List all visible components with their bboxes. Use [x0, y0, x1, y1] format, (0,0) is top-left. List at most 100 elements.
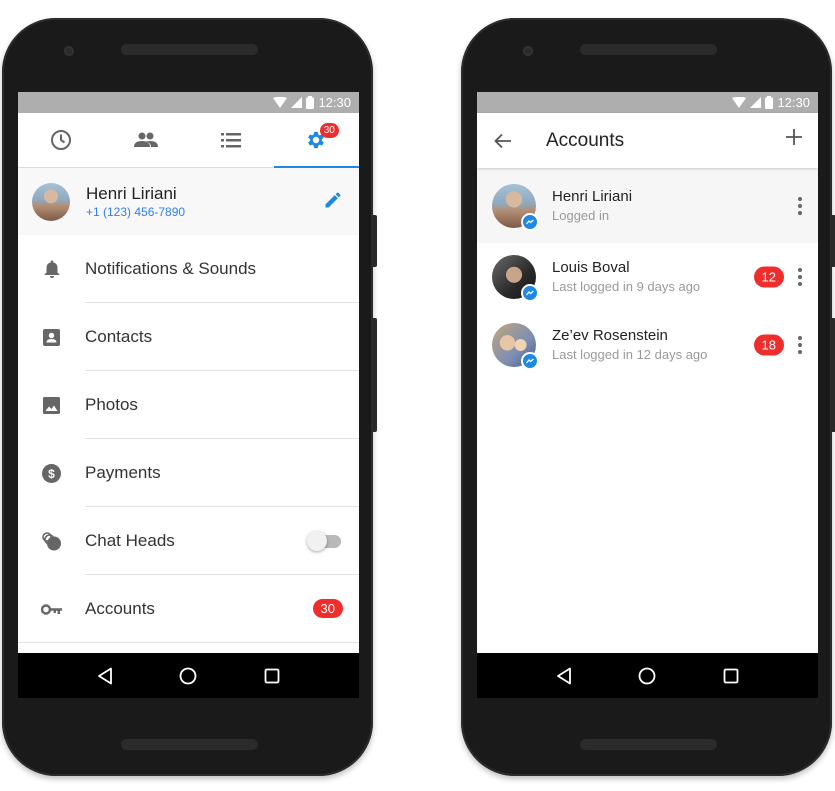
- bottom-speaker: [580, 739, 717, 750]
- status-time: 12:30: [777, 95, 810, 110]
- unread-badge: 12: [753, 266, 784, 288]
- recents-square-icon: [264, 668, 280, 683]
- home-circle-icon: [639, 667, 656, 684]
- back-triangle-icon: [97, 667, 112, 684]
- phone-right: 12:30 Accounts Henri Liriani Logged in L…: [461, 18, 835, 776]
- clock-icon: [50, 130, 71, 150]
- nav-back-button[interactable]: [549, 661, 579, 691]
- power-button: [373, 215, 377, 267]
- signal-icon: [750, 97, 762, 108]
- add-account-button[interactable]: [786, 129, 802, 150]
- more-options-button[interactable]: [797, 336, 803, 354]
- svg-text:$: $: [48, 467, 55, 481]
- signal-icon: [291, 97, 303, 108]
- key-icon: [41, 603, 62, 615]
- nav-recents-button[interactable]: [716, 661, 746, 691]
- list-icon: [221, 133, 242, 148]
- chat-heads-toggle[interactable]: [307, 530, 343, 552]
- phone-left: 12:30 30 Henri Liriani +1 (123) 456-7890: [2, 18, 377, 776]
- status-time: 12:30: [318, 95, 351, 110]
- account-row[interactable]: Ze’ev Rosenstein Last logged in 12 days …: [477, 311, 818, 379]
- system-nav-bar: [477, 653, 818, 698]
- nav-home-button[interactable]: [173, 661, 203, 691]
- bell-icon: [44, 260, 59, 278]
- status-bar: 12:30: [18, 92, 359, 113]
- settings-item-chat-heads[interactable]: Chat Heads: [18, 507, 359, 575]
- avatar: [492, 323, 539, 370]
- photo-icon: [43, 396, 60, 414]
- account-row[interactable]: Henri Liriani Logged in: [477, 168, 818, 243]
- front-camera: [523, 46, 533, 56]
- volume-button: [373, 318, 377, 432]
- recents-square-icon: [723, 668, 739, 683]
- account-name: Ze’ev Rosenstein: [552, 327, 668, 344]
- messenger-badge: [521, 212, 539, 231]
- home-circle-icon: [180, 667, 197, 684]
- settings-item-label: Notifications & Sounds: [85, 259, 257, 278]
- tab-people[interactable]: [103, 113, 188, 167]
- account-name: Louis Boval: [552, 259, 630, 276]
- page-title: Accounts: [546, 129, 625, 151]
- messenger-bolt-icon: [526, 219, 534, 224]
- contact-card-icon: [43, 328, 60, 346]
- wifi-icon: [273, 97, 288, 108]
- system-nav-bar: [18, 653, 359, 698]
- arrow-left-icon: [494, 133, 511, 148]
- settings-item-accounts[interactable]: Accounts 30: [18, 575, 359, 643]
- account-name: Henri Liriani: [552, 187, 633, 205]
- settings-item-photos[interactable]: Photos: [18, 371, 359, 439]
- settings-item-label: Contacts: [85, 327, 153, 346]
- accounts-screen: 12:30 Accounts Henri Liriani Logged in L…: [477, 92, 818, 698]
- more-options-button[interactable]: [797, 268, 803, 286]
- nav-back-button[interactable]: [90, 661, 120, 691]
- accounts-badge: 30: [312, 599, 343, 618]
- tab-settings[interactable]: 30: [273, 113, 359, 168]
- edit-profile-button[interactable]: [323, 190, 343, 215]
- messenger-bolt-icon: [526, 358, 534, 364]
- settings-item-label: Accounts: [85, 599, 155, 618]
- bottom-speaker: [121, 739, 258, 750]
- plus-icon: [786, 129, 802, 145]
- earpiece-speaker: [121, 44, 258, 55]
- messenger-badge: [521, 352, 539, 370]
- chat-heads-icon: [41, 531, 61, 550]
- account-status: Last logged in 9 days ago: [552, 279, 701, 294]
- avatar: [492, 255, 539, 302]
- profile-phone: +1 (123) 456-7890: [86, 204, 186, 219]
- account-status: Last logged in 12 days ago: [552, 347, 708, 362]
- messenger-bolt-icon: [526, 290, 534, 296]
- profile-name: Henri Liriani: [86, 183, 177, 203]
- settings-item-notifications[interactable]: Notifications & Sounds: [18, 235, 359, 303]
- people-icon: [133, 132, 158, 147]
- back-triangle-icon: [556, 667, 571, 684]
- settings-item-payments[interactable]: $ Payments: [18, 439, 359, 507]
- battery-icon: [765, 96, 774, 109]
- settings-screen: 12:30 30 Henri Liriani +1 (123) 456-7890: [18, 92, 359, 698]
- earpiece-speaker: [580, 44, 717, 55]
- battery-icon: [306, 96, 315, 109]
- avatar: [32, 182, 70, 221]
- settings-item-label: Payments: [85, 463, 161, 482]
- settings-item-contacts[interactable]: Contacts: [18, 303, 359, 371]
- back-button[interactable]: [477, 133, 529, 149]
- status-bar: 12:30: [477, 92, 818, 113]
- tab-recent[interactable]: [18, 113, 103, 167]
- settings-item-label: Chat Heads: [85, 531, 175, 550]
- pencil-icon: [325, 192, 341, 208]
- account-row[interactable]: Louis Boval Last logged in 9 days ago 12: [477, 243, 818, 311]
- settings-badge: 30: [319, 123, 339, 138]
- account-status: Logged in: [552, 207, 610, 223]
- messenger-badge: [521, 284, 539, 302]
- tab-groups[interactable]: [189, 113, 274, 167]
- more-options-button[interactable]: [797, 196, 803, 215]
- app-bar: Accounts: [477, 113, 818, 168]
- avatar: [492, 183, 539, 231]
- front-camera: [64, 46, 74, 56]
- nav-home-button[interactable]: [632, 661, 662, 691]
- unread-badge: 18: [753, 334, 784, 356]
- nav-recents-button[interactable]: [257, 661, 287, 691]
- wifi-icon: [732, 97, 747, 108]
- dollar-icon: $: [42, 463, 61, 483]
- profile-header[interactable]: Henri Liriani +1 (123) 456-7890: [18, 168, 359, 235]
- tab-bar: 30: [18, 113, 359, 168]
